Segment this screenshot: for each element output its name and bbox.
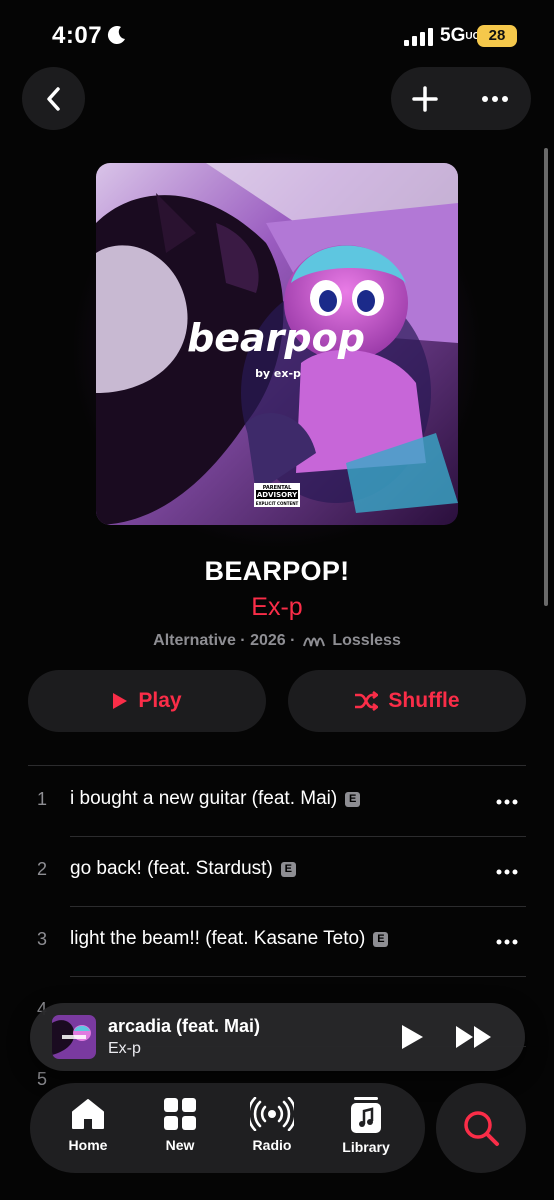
now-playing-artwork <box>52 1015 96 1059</box>
album-title: BEARPOP! <box>204 556 350 586</box>
back-button[interactable] <box>22 67 85 130</box>
shuffle-button[interactable]: Shuffle <box>288 670 526 732</box>
moon-icon <box>107 26 125 45</box>
ellipsis-icon <box>496 799 518 805</box>
signal-icon <box>404 28 433 46</box>
grid-icon <box>164 1098 196 1130</box>
track-title: i bought a new guitar (feat. Mai) E <box>70 788 361 810</box>
meta-separator: · <box>290 632 300 649</box>
explicit-badge: E <box>373 932 389 947</box>
search-button[interactable] <box>436 1083 526 1173</box>
album-meta: Alternative · 2026 · Lossless <box>0 632 554 650</box>
mini-player[interactable]: arcadia (feat. Mai) Ex-p <box>30 1003 525 1071</box>
artwork-subtitle: by ex-p <box>255 367 301 380</box>
play-icon[interactable] <box>396 1022 426 1052</box>
advisory-line-2: ADVISORY <box>257 491 298 499</box>
network-subtype: UC <box>465 31 480 42</box>
plus-icon <box>412 86 438 112</box>
meta-separator: · <box>240 632 251 649</box>
album-artwork-image: bearpop by ex-p PARENTAL ADVISORY EXPLIC… <box>96 163 458 525</box>
now-playing-title: arcadia (feat. Mai) <box>108 1016 261 1036</box>
tab-label: Home <box>68 1137 108 1153</box>
ellipsis-icon <box>482 96 508 102</box>
track-row[interactable]: 2 go back! (feat. Stardust) E <box>0 837 554 907</box>
search-icon <box>464 1111 499 1146</box>
quality-label: Lossless <box>332 632 401 649</box>
library-icon <box>351 1097 381 1133</box>
track-more-button[interactable] <box>492 927 522 957</box>
lossless-icon <box>302 637 325 647</box>
release-year: 2026 <box>250 632 286 649</box>
tab-new[interactable]: New <box>140 1097 220 1161</box>
tab-label: Library <box>342 1139 390 1155</box>
track-title-text: light the beam!! (feat. Kasane Teto) <box>70 928 366 949</box>
explicit-badge: E <box>345 792 361 807</box>
track-title: go back! (feat. Stardust) E <box>70 858 296 880</box>
shuffle-label: Shuffle <box>388 689 460 712</box>
play-icon <box>113 693 128 709</box>
track-row[interactable]: 3 light the beam!! (feat. Kasane Teto) E <box>0 907 554 977</box>
forward-icon[interactable] <box>454 1022 494 1052</box>
action-pill <box>391 67 531 130</box>
track-title: light the beam!! (feat. Kasane Teto) E <box>70 928 389 950</box>
now-playing-artwork-image <box>52 1015 96 1059</box>
track-number: 1 <box>36 789 47 809</box>
track-more-button[interactable] <box>492 787 522 817</box>
ellipsis-icon <box>496 869 518 875</box>
advisory-line-3: EXPLICIT CONTENT <box>256 501 299 506</box>
track-title-text: i bought a new guitar (feat. Mai) <box>70 788 338 809</box>
ellipsis-icon <box>496 939 518 945</box>
battery-indicator: 28 <box>477 25 517 47</box>
artist-link[interactable]: Ex-p <box>0 593 554 622</box>
status-bar: 4:07 5GUC 28 <box>0 0 554 70</box>
more-button[interactable] <box>475 79 515 119</box>
play-button[interactable]: Play <box>28 670 266 732</box>
track-more-button[interactable] <box>492 857 522 887</box>
tab-radio[interactable]: Radio <box>232 1097 312 1161</box>
album-artwork[interactable]: bearpop by ex-p PARENTAL ADVISORY EXPLIC… <box>96 163 458 525</box>
now-playing-artist: Ex-p <box>108 1040 141 1057</box>
network-type: 5G <box>440 25 466 46</box>
genre: Alternative <box>153 632 236 649</box>
tab-home[interactable]: Home <box>48 1097 128 1161</box>
track-number: 2 <box>36 859 47 879</box>
track-number: 3 <box>36 929 47 949</box>
tab-bar: Home New Radio Library <box>30 1083 425 1173</box>
parental-advisory-label: PARENTAL ADVISORY EXPLICIT CONTENT <box>254 483 300 507</box>
tracklist-divider <box>28 765 526 766</box>
radio-icon <box>250 1097 294 1131</box>
play-label: Play <box>138 689 182 712</box>
tab-label: New <box>165 1137 195 1153</box>
track-title-text: go back! (feat. Stardust) <box>70 858 273 879</box>
tab-label: Radio <box>252 1137 292 1153</box>
artwork-title: bearpop <box>187 316 365 360</box>
explicit-badge: E <box>280 862 296 877</box>
track-number: 5 <box>36 1069 47 1089</box>
track-row[interactable]: 1 i bought a new guitar (feat. Mai) E <box>0 767 554 837</box>
status-time: 4:07 <box>52 22 103 49</box>
album-screen: 4:07 5GUC 28 bearpop by ex-p PARENTAL AD… <box>0 0 554 1200</box>
shuffle-icon <box>355 691 379 711</box>
scrollbar[interactable] <box>544 148 548 606</box>
add-button[interactable] <box>405 79 445 119</box>
network-label: 5GUC <box>440 25 480 47</box>
chevron-left-icon <box>46 86 60 111</box>
home-icon <box>72 1099 104 1129</box>
tab-library[interactable]: Library <box>326 1097 406 1161</box>
